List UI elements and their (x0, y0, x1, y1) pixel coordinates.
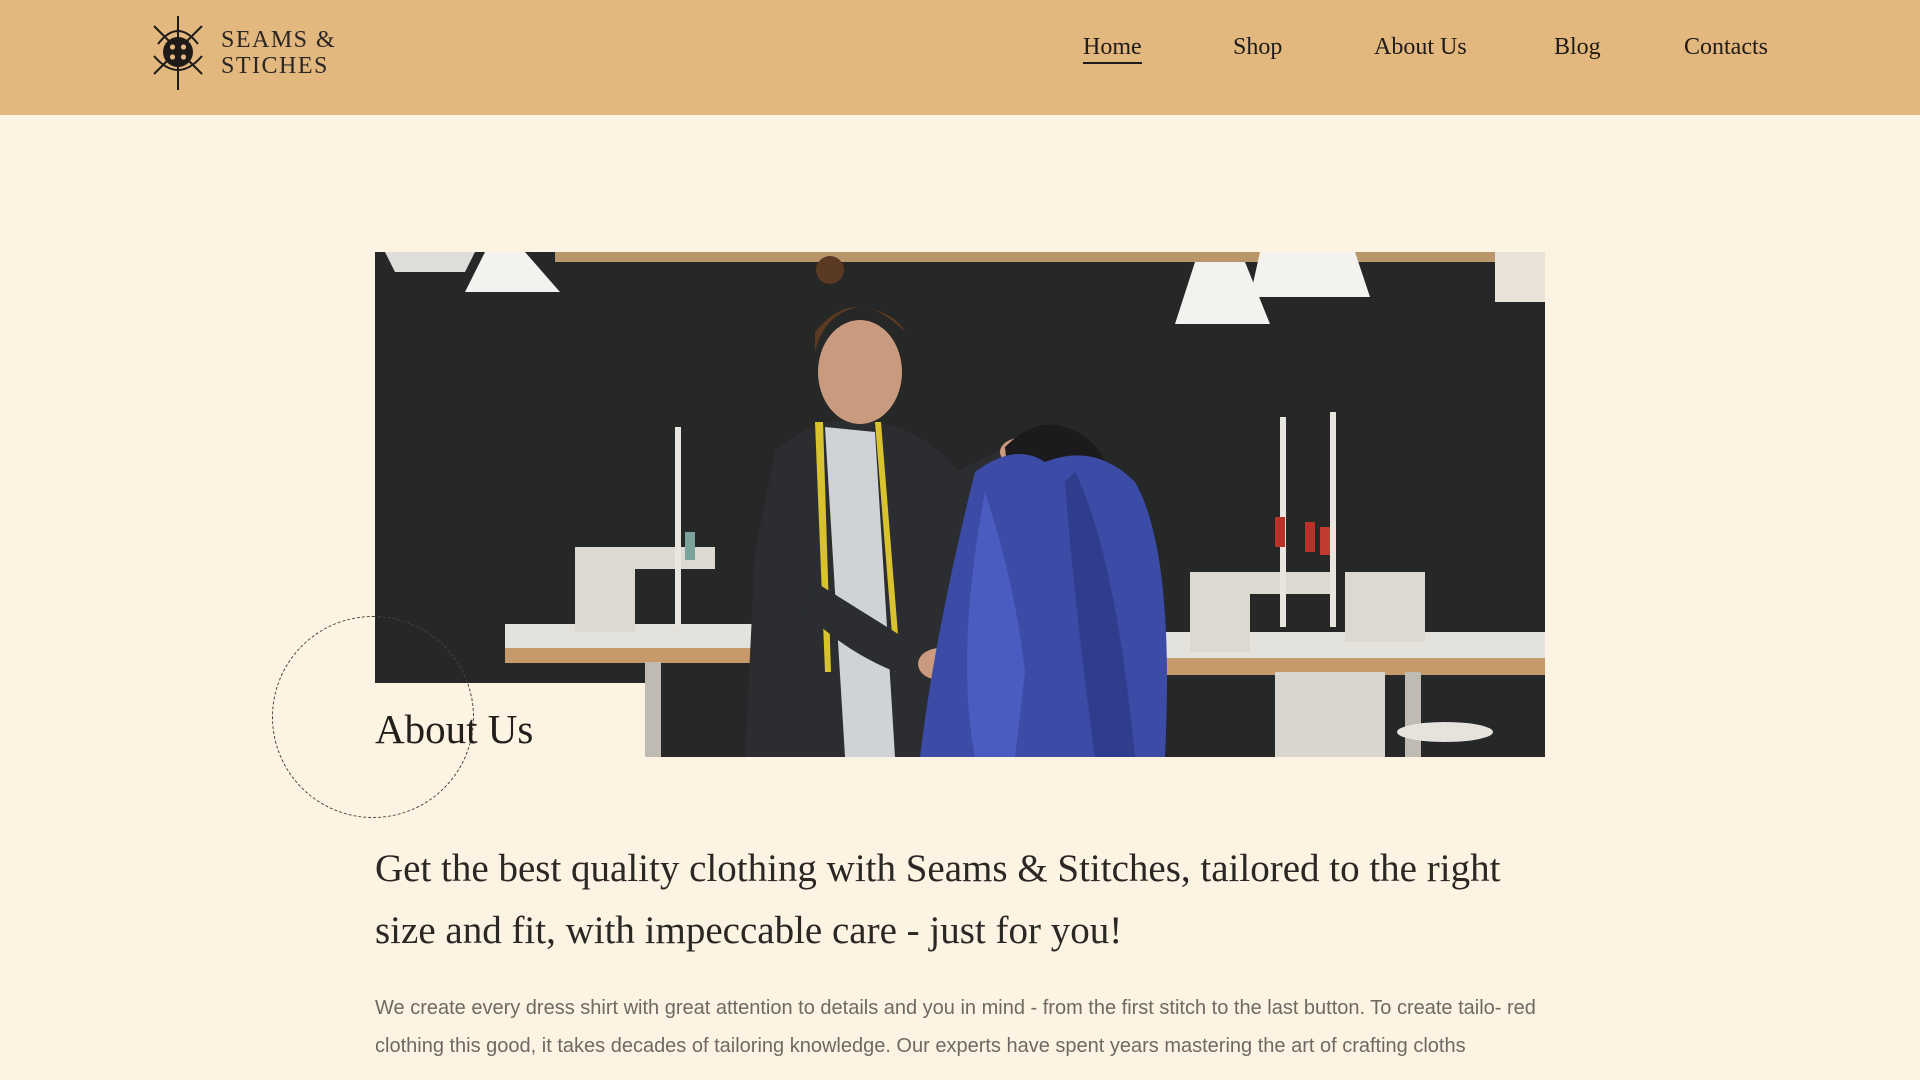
site-header: SEAMS & STICHES Home Shop About Us Blog … (0, 0, 1920, 115)
tailor-workshop-illustration (375, 252, 1545, 757)
body-paragraph: We create every dress shirt with great a… (375, 997, 1536, 1057)
section-title: About Us (375, 706, 534, 752)
nav-item-contacts[interactable]: Contacts (1684, 34, 1768, 61)
nav-item-shop[interactable]: Shop (1233, 34, 1282, 61)
main-nav: Home Shop About Us Blog Contacts (0, 34, 1920, 66)
nav-item-blog[interactable]: Blog (1554, 34, 1601, 61)
hero-image (375, 252, 1545, 757)
lead-paragraph: Get the best quality clothing with Seams… (375, 847, 1501, 952)
nav-item-home[interactable]: Home (1083, 34, 1142, 64)
nav-item-about-us[interactable]: About Us (1374, 34, 1467, 61)
